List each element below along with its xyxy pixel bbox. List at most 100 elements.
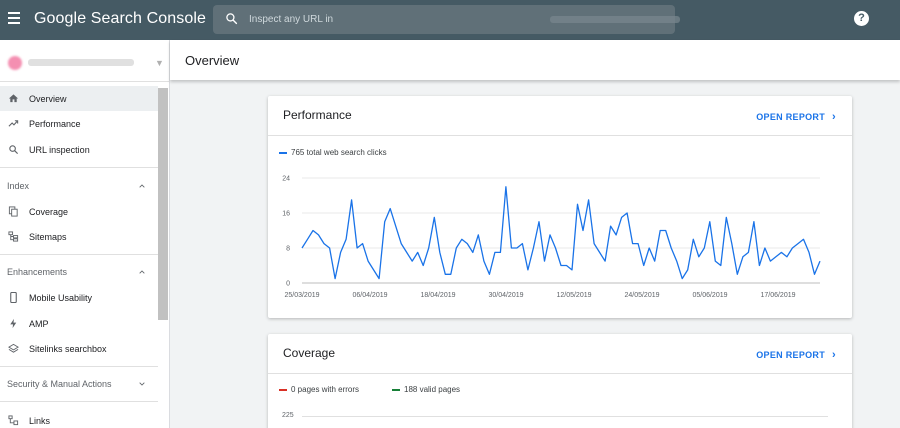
data-point[interactable]: [410, 259, 414, 263]
data-point[interactable]: [465, 242, 469, 246]
data-point[interactable]: [697, 255, 701, 259]
data-point[interactable]: [311, 229, 315, 233]
data-point[interactable]: [796, 242, 800, 246]
data-point[interactable]: [355, 246, 359, 250]
data-point[interactable]: [537, 220, 541, 224]
data-point[interactable]: [603, 259, 607, 263]
sidebar-item-sitelinks-searchbox[interactable]: Sitelinks searchbox: [0, 336, 158, 361]
data-point[interactable]: [554, 246, 558, 250]
data-point[interactable]: [614, 233, 618, 237]
data-point[interactable]: [565, 264, 569, 268]
data-point[interactable]: [520, 242, 524, 246]
data-point[interactable]: [482, 259, 486, 263]
data-point[interactable]: [454, 246, 458, 250]
data-point[interactable]: [394, 224, 398, 228]
data-point[interactable]: [774, 255, 778, 259]
search-input[interactable]: [249, 5, 549, 34]
data-point[interactable]: [625, 211, 629, 215]
data-point[interactable]: [366, 259, 370, 263]
data-point[interactable]: [306, 237, 310, 241]
data-point[interactable]: [735, 272, 739, 276]
data-point[interactable]: [620, 215, 624, 219]
data-point[interactable]: [443, 272, 447, 276]
data-point[interactable]: [813, 272, 817, 276]
help-icon[interactable]: ?: [854, 11, 869, 26]
data-point[interactable]: [713, 259, 717, 263]
data-point[interactable]: [509, 246, 513, 250]
data-point[interactable]: [647, 246, 651, 250]
data-point[interactable]: [438, 250, 442, 254]
data-point[interactable]: [818, 259, 822, 263]
data-point[interactable]: [691, 237, 695, 241]
data-point[interactable]: [581, 229, 585, 233]
data-point[interactable]: [504, 185, 508, 189]
menu-icon[interactable]: [8, 12, 20, 24]
data-point[interactable]: [526, 268, 530, 272]
data-point[interactable]: [328, 246, 332, 250]
data-point[interactable]: [669, 246, 673, 250]
data-point[interactable]: [372, 268, 376, 272]
data-point[interactable]: [377, 277, 381, 281]
data-point[interactable]: [757, 264, 761, 268]
data-point[interactable]: [763, 246, 767, 250]
sidebar-item-links[interactable]: Links: [0, 408, 158, 428]
data-point[interactable]: [548, 233, 552, 237]
data-point[interactable]: [476, 233, 480, 237]
data-point[interactable]: [802, 237, 806, 241]
data-point[interactable]: [592, 242, 596, 246]
sidebar-scrollbar[interactable]: [158, 88, 168, 320]
data-point[interactable]: [543, 259, 547, 263]
data-point[interactable]: [752, 220, 756, 224]
sidebar-item-overview[interactable]: Overview: [0, 86, 158, 111]
data-point[interactable]: [399, 242, 403, 246]
data-point[interactable]: [388, 207, 392, 211]
data-point[interactable]: [680, 277, 684, 281]
data-point[interactable]: [350, 198, 354, 202]
data-point[interactable]: [317, 233, 321, 237]
data-point[interactable]: [460, 237, 464, 241]
sidebar-item-performance[interactable]: Performance: [0, 111, 158, 136]
data-point[interactable]: [642, 264, 646, 268]
data-point[interactable]: [515, 246, 519, 250]
data-point[interactable]: [405, 250, 409, 254]
data-point[interactable]: [675, 259, 679, 263]
sidebar-item-sitemaps[interactable]: Sitemaps: [0, 224, 158, 249]
data-point[interactable]: [570, 268, 574, 272]
sidebar-section-enhancements[interactable]: Enhancements: [0, 259, 158, 284]
data-point[interactable]: [664, 229, 668, 233]
app-logo[interactable]: Google Search Console: [34, 10, 206, 28]
data-point[interactable]: [719, 264, 723, 268]
data-point[interactable]: [361, 242, 365, 246]
data-point[interactable]: [598, 250, 602, 254]
data-point[interactable]: [708, 220, 712, 224]
data-point[interactable]: [487, 272, 491, 276]
data-point[interactable]: [493, 250, 497, 254]
sidebar-item-coverage[interactable]: Coverage: [0, 199, 158, 224]
data-point[interactable]: [636, 242, 640, 246]
data-point[interactable]: [653, 259, 657, 263]
sidebar-item-amp[interactable]: AMP: [0, 311, 158, 336]
data-point[interactable]: [471, 250, 475, 254]
data-point[interactable]: [531, 246, 535, 250]
data-point[interactable]: [416, 250, 420, 254]
data-point[interactable]: [609, 224, 613, 228]
coverage-legend-valid[interactable]: 188 valid pages: [392, 385, 460, 394]
url-inspect-search[interactable]: [213, 5, 680, 34]
coverage-open-report-button[interactable]: OPEN REPORT ›: [756, 349, 836, 361]
data-point[interactable]: [658, 229, 662, 233]
performance-legend[interactable]: 765 total web search clicks: [279, 148, 387, 157]
sidebar-section-index[interactable]: Index: [0, 173, 158, 198]
data-point[interactable]: [631, 242, 635, 246]
data-point[interactable]: [432, 215, 436, 219]
data-point[interactable]: [779, 250, 783, 254]
data-point[interactable]: [576, 202, 580, 206]
data-point[interactable]: [724, 215, 728, 219]
data-point[interactable]: [559, 264, 563, 268]
data-point[interactable]: [498, 250, 502, 254]
data-point[interactable]: [730, 242, 734, 246]
data-point[interactable]: [785, 255, 789, 259]
data-point[interactable]: [686, 268, 690, 272]
data-point[interactable]: [807, 250, 811, 254]
data-point[interactable]: [339, 250, 343, 254]
data-point[interactable]: [702, 246, 706, 250]
